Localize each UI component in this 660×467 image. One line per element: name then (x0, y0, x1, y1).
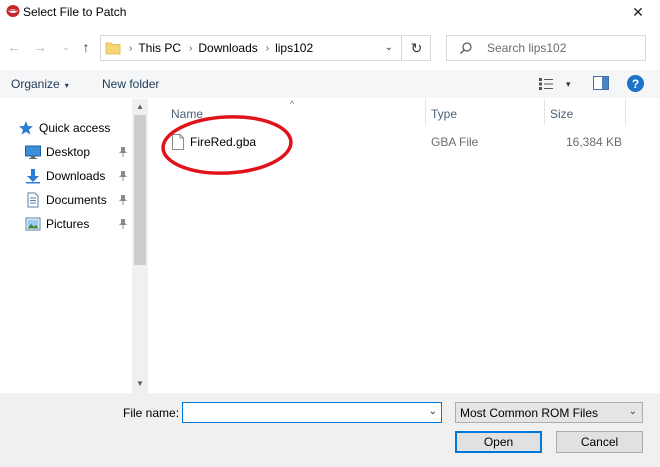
file-size: 16,384 KB (566, 135, 623, 149)
search-icon (460, 42, 472, 54)
pin-icon[interactable] (118, 146, 128, 158)
chevron-down-icon: ⌄ (61, 41, 71, 53)
pin-icon[interactable] (118, 170, 128, 182)
sidebar-item-pictures[interactable]: Pictures (25, 214, 89, 234)
sidebar-item-label: Documents (46, 193, 107, 207)
forward-button[interactable]: → (30, 37, 50, 57)
help-button[interactable]: ? (627, 75, 644, 92)
column-header-size[interactable]: Size (550, 107, 573, 121)
folder-icon (105, 42, 121, 55)
refresh-icon: ↻ (410, 39, 423, 56)
sidebar-item-label: Desktop (46, 145, 91, 159)
column-divider[interactable] (425, 99, 426, 125)
address-dropdown-icon[interactable]: ⌄ (385, 42, 393, 53)
pin-icon[interactable] (118, 218, 128, 230)
pin-icon[interactable] (118, 194, 128, 206)
chevron-right-icon: › (189, 42, 193, 54)
back-button[interactable]: ← (4, 37, 24, 57)
help-icon: ? (631, 76, 640, 91)
desktop-icon (25, 145, 41, 159)
downloads-icon (26, 169, 40, 184)
sidebar-item-quick-access[interactable]: Quick access (18, 118, 110, 138)
lips-app-icon (6, 5, 20, 17)
change-view-button[interactable]: ▾ (538, 76, 572, 92)
navigation-scrollbar[interactable]: ▲ ▼ (132, 99, 148, 393)
sidebar-item-downloads[interactable]: Downloads (25, 166, 105, 186)
breadcrumb-this-pc[interactable]: This PC (138, 41, 181, 55)
cancel-button[interactable]: Cancel (556, 431, 643, 453)
caret-down-icon: ▾ (64, 81, 69, 90)
navigation-pane: Quick access Desktop Downloads Documents (0, 99, 148, 393)
file-name-label: File name: (123, 406, 180, 420)
organize-label: Organize (11, 77, 60, 91)
close-button[interactable]: ✕ (616, 0, 660, 24)
forward-arrow-icon: → (33, 39, 47, 55)
new-folder-button[interactable]: New folder (102, 77, 159, 91)
file-type-value: Most Common ROM Files (460, 405, 599, 420)
sidebar-item-label: Pictures (46, 217, 90, 231)
close-icon: ✕ (632, 3, 644, 20)
up-arrow-icon: ↑ (82, 39, 90, 55)
navigation-bar: ← → ⌄ ↑ › This PC › Downloads › lips102 … (0, 32, 660, 62)
refresh-button[interactable]: ↻ (403, 35, 431, 61)
scrollbar-thumb[interactable] (134, 115, 146, 265)
chevron-down-icon: ⌄ (628, 406, 637, 417)
title-bar: Select File to Patch ✕ (0, 0, 660, 24)
address-bar[interactable]: › This PC › Downloads › lips102 ⌄ (100, 35, 402, 61)
pictures-icon (25, 217, 41, 231)
open-button[interactable]: Open (455, 431, 542, 453)
scroll-up-icon[interactable]: ▲ (136, 102, 144, 111)
sort-ascending-icon: ^ (290, 99, 295, 109)
column-divider[interactable] (544, 99, 545, 125)
sidebar-item-label: Quick access (39, 121, 111, 135)
command-toolbar: Organize ▾ New folder ▾ ? (0, 70, 660, 98)
organize-button[interactable]: Organize ▾ (11, 77, 69, 91)
sidebar-item-label: Downloads (46, 169, 106, 183)
details-view-icon (539, 78, 553, 90)
chevron-right-icon: › (129, 42, 133, 54)
sidebar-item-desktop[interactable]: Desktop (25, 142, 90, 162)
breadcrumb-lips102[interactable]: lips102 (275, 41, 313, 55)
column-header-type[interactable]: Type (431, 107, 457, 121)
highlight-ellipse-annotation (161, 115, 293, 175)
search-box[interactable]: Search lips102 (446, 35, 646, 61)
up-button[interactable]: ↑ (76, 37, 96, 57)
chevron-right-icon: › (265, 42, 270, 54)
star-icon (19, 121, 33, 135)
file-name-panel: File name: ⌄ Most Common ROM Files ⌄ Ope… (0, 393, 660, 467)
window-title: Select File to Patch (23, 5, 127, 19)
file-name-input[interactable]: ⌄ (182, 402, 442, 423)
file-type-select[interactable]: Most Common ROM Files ⌄ (455, 402, 643, 423)
search-input[interactable]: Search lips102 (487, 41, 566, 55)
documents-icon (27, 192, 39, 208)
breadcrumb-downloads[interactable]: Downloads (198, 41, 257, 55)
recent-locations-button[interactable]: ⌄ (56, 37, 76, 57)
chevron-down-icon[interactable]: ⌄ (429, 406, 437, 417)
back-arrow-icon: ← (7, 39, 21, 55)
preview-pane-icon[interactable] (593, 76, 609, 90)
sidebar-item-documents[interactable]: Documents (25, 190, 107, 210)
scroll-down-icon[interactable]: ▼ (136, 379, 144, 388)
file-type: GBA File (431, 135, 479, 149)
caret-down-icon: ▾ (566, 78, 571, 89)
column-divider[interactable] (625, 99, 626, 125)
